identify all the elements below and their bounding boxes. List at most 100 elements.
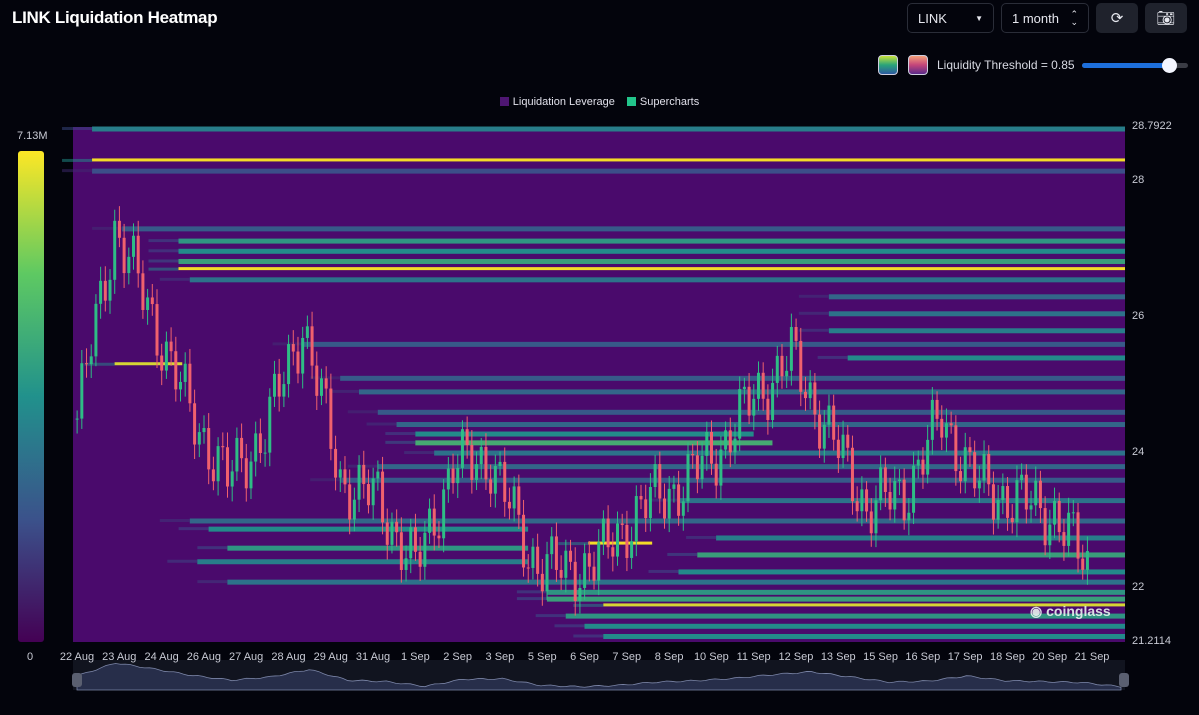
liquidation-band	[546, 596, 1125, 602]
navigator-handle[interactable]	[1119, 673, 1129, 687]
candle-body	[385, 522, 389, 545]
candle-body	[141, 273, 145, 310]
candle-body	[437, 535, 441, 539]
candle-body	[479, 446, 483, 465]
candle-body	[136, 235, 140, 274]
candle-body	[794, 327, 798, 341]
liquidation-band	[603, 633, 1125, 639]
candle-body	[672, 484, 676, 489]
x-tick-label: 7 Sep	[612, 651, 642, 663]
liquidation-band-tail	[554, 624, 585, 628]
liquidation-band	[189, 277, 1125, 283]
liquidation-band-tail	[648, 569, 679, 573]
candle-body	[230, 471, 234, 487]
liquidation-band	[92, 158, 1126, 162]
candle-body	[583, 553, 587, 588]
candle-body	[179, 381, 182, 390]
candle-body	[221, 446, 225, 448]
liquidation-band	[584, 623, 1125, 629]
candle-body	[836, 439, 840, 459]
candle-body	[287, 344, 291, 385]
candle-body	[634, 496, 638, 542]
navigator-handle[interactable]	[72, 673, 82, 687]
liquidation-band-tail	[573, 634, 604, 638]
candle-body	[916, 459, 920, 466]
candle-body	[869, 511, 873, 534]
candle-body	[94, 303, 98, 357]
candle-body	[503, 461, 507, 502]
y-tick-label: 26	[1132, 309, 1145, 322]
candle-body	[738, 389, 742, 439]
candle-body	[681, 501, 685, 516]
x-tick-label: 6 Sep	[570, 651, 599, 663]
candle-body	[663, 498, 667, 519]
y-tick-label: 24	[1132, 445, 1145, 458]
candle-body	[244, 458, 248, 489]
candle-body	[272, 373, 276, 397]
liquidation-band	[122, 226, 1126, 232]
candle-body	[456, 467, 460, 484]
candle-body	[103, 280, 107, 301]
candle-body	[982, 453, 986, 481]
candle-body	[1048, 524, 1052, 546]
candle-body	[912, 465, 916, 513]
candle-body	[338, 469, 342, 478]
candle-body	[277, 373, 281, 397]
candle-body	[99, 280, 103, 304]
candle-body	[719, 449, 723, 486]
candle-body	[597, 542, 601, 581]
liquidation-band-tail	[178, 527, 209, 531]
candle-body	[841, 434, 845, 459]
candle-body	[827, 405, 831, 425]
candle-body	[550, 536, 554, 555]
x-tick-label: 8 Sep	[654, 651, 684, 663]
candle-body	[507, 501, 511, 509]
candle-body	[606, 518, 610, 548]
candle-body	[301, 337, 305, 374]
candle-body	[498, 461, 502, 467]
candle-body	[235, 437, 239, 472]
x-tick-label: 2 Sep	[443, 651, 472, 663]
liquidation-band-tail	[798, 294, 829, 298]
liquidation-band-tail	[62, 158, 93, 162]
candle-body	[517, 486, 521, 515]
candle-body	[329, 388, 333, 449]
candle-body	[752, 398, 756, 416]
candle-body	[653, 464, 657, 487]
liquidation-band	[697, 552, 1125, 558]
candle-body	[319, 378, 323, 396]
candle-body	[1085, 551, 1089, 570]
candle-body	[625, 524, 629, 558]
candle-body	[648, 486, 652, 519]
candle-body	[1010, 517, 1014, 523]
candle-body	[526, 567, 530, 569]
candle-body	[865, 489, 869, 512]
candle-body	[465, 429, 469, 446]
candle-body	[620, 523, 624, 525]
x-tick-label: 26 Aug	[186, 651, 222, 663]
candle-body	[902, 479, 906, 521]
candle-body	[1067, 512, 1071, 546]
candle-body	[160, 355, 164, 371]
x-tick-label: 23 Aug	[102, 651, 137, 663]
candle-body	[818, 414, 822, 449]
candle-body	[630, 541, 634, 558]
liquidation-band-tail	[148, 249, 179, 253]
candle-body	[512, 486, 516, 509]
liquidation-band-tail	[404, 451, 435, 455]
candle-body	[536, 546, 540, 574]
candle-body	[780, 355, 784, 377]
candle-body	[959, 471, 963, 482]
liquidation-band-tail	[197, 546, 228, 550]
candle-body	[211, 469, 215, 482]
candle-body	[949, 423, 953, 426]
candle-body	[578, 587, 582, 602]
candle-body	[954, 425, 958, 472]
liquidation-band	[178, 238, 1125, 244]
candle-body	[366, 484, 370, 506]
watermark-text: coinglass	[1046, 603, 1111, 619]
candle-body	[85, 363, 89, 365]
candle-body	[930, 399, 934, 440]
heatmap-plot[interactable]	[0, 0, 1199, 715]
candle-body	[460, 429, 464, 468]
